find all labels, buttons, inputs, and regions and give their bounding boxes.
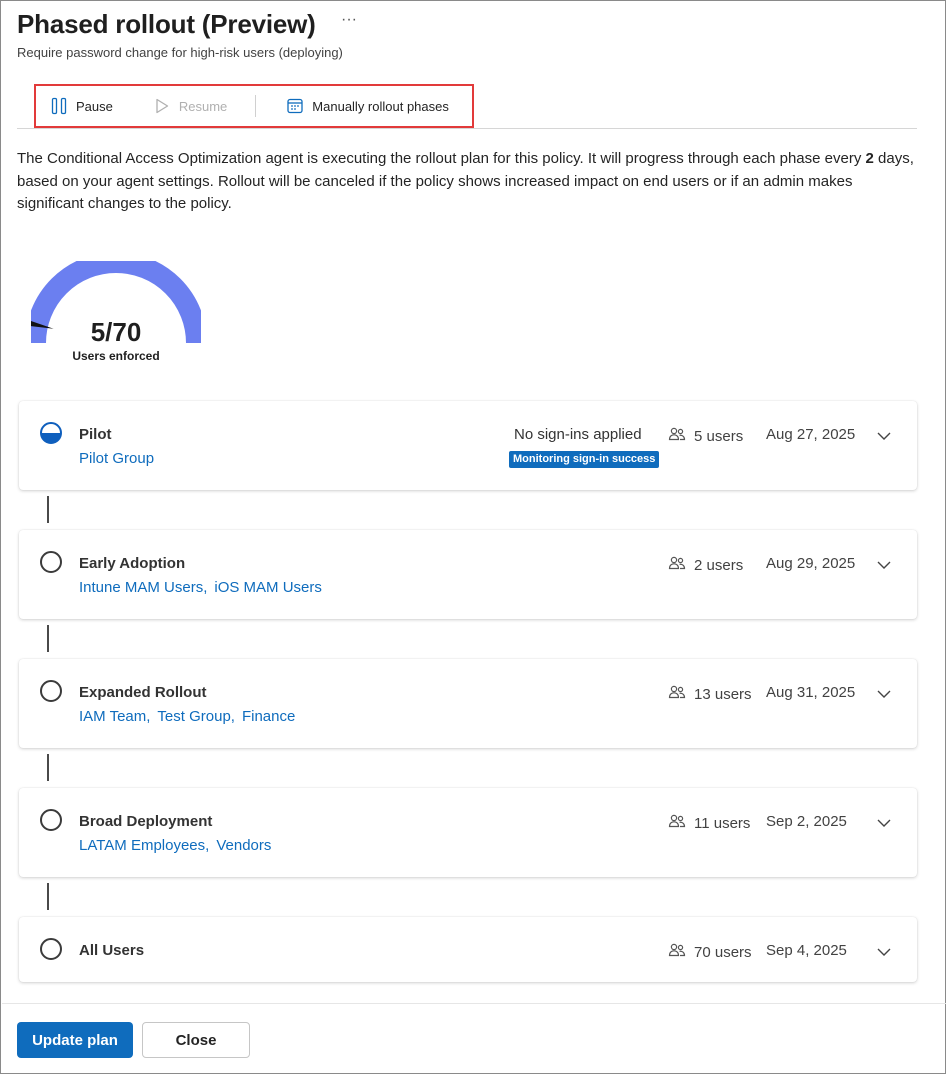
phase-name: Broad Deployment xyxy=(79,813,213,830)
people-icon xyxy=(668,426,686,446)
phase-connector xyxy=(47,496,49,523)
phase-name: Early Adoption xyxy=(79,555,186,572)
phase-connector xyxy=(47,883,49,910)
phase-name: Pilot xyxy=(79,426,112,443)
group-link[interactable]: Pilot Group xyxy=(79,450,154,467)
phase-status-pending xyxy=(40,680,62,702)
people-icon xyxy=(668,813,686,833)
phase-status-text: No sign-ins applied xyxy=(514,426,642,443)
phase-card-early-adoption[interactable]: Early Adoption Intune MAM Users, iOS MAM … xyxy=(19,530,917,619)
calendar-icon xyxy=(286,97,304,115)
phase-status-in-progress xyxy=(40,422,62,444)
group-link[interactable]: IAM Team, xyxy=(79,708,150,725)
phase-date: Aug 29, 2025 xyxy=(766,555,856,572)
chevron-down-icon[interactable] xyxy=(876,428,892,444)
monitoring-badge: Monitoring sign-in success xyxy=(509,451,660,468)
manually-rollout-phases-button[interactable]: Manually rollout phases xyxy=(256,86,449,126)
gauge-label: Users enforced xyxy=(72,349,160,363)
chevron-down-icon[interactable] xyxy=(876,686,892,702)
resume-label: Resume xyxy=(178,98,228,114)
phase-users: 13 users xyxy=(668,684,752,704)
phase-groups: IAM Team, Test Group, Finance xyxy=(79,708,302,725)
phase-users-count: 5 users xyxy=(694,427,744,445)
phase-users-count: 13 users xyxy=(694,685,752,703)
description-text-1: The Conditional Access Optimization agen… xyxy=(17,150,866,167)
chevron-down-icon[interactable] xyxy=(876,557,892,573)
group-link[interactable]: Test Group, xyxy=(157,708,235,725)
phase-status-pending xyxy=(40,809,62,831)
phase-groups: LATAM Employees, Vendors xyxy=(79,837,278,854)
policy-subtitle: Require password change for high-risk us… xyxy=(17,45,343,60)
phase-card-broad-deployment[interactable]: Broad Deployment LATAM Employees, Vendors… xyxy=(19,788,917,877)
phase-users-count: 2 users xyxy=(694,556,744,574)
phase-date: Aug 27, 2025 xyxy=(766,426,856,443)
more-options-button[interactable]: ··· xyxy=(341,11,357,29)
chevron-down-icon[interactable] xyxy=(876,815,892,831)
pause-label: Pause xyxy=(76,98,113,114)
phase-users: 11 users xyxy=(668,813,750,833)
phase-card-all-users[interactable]: All Users 70 users Sep 4, 2025 xyxy=(19,917,917,982)
phase-name: All Users xyxy=(79,942,145,959)
phase-users-count: 11 users xyxy=(694,814,751,832)
people-icon xyxy=(668,555,686,575)
update-plan-button[interactable]: Update plan xyxy=(17,1022,133,1058)
phase-card-pilot[interactable]: Pilot Pilot Group No sign-ins applied Mo… xyxy=(19,401,917,490)
phase-groups: Intune MAM Users, iOS MAM Users xyxy=(79,579,329,596)
phase-date: Sep 2, 2025 xyxy=(766,813,847,830)
phase-users: 2 users xyxy=(668,555,743,575)
phase-name: Expanded Rollout xyxy=(79,684,207,701)
phase-status-pending xyxy=(40,938,62,960)
description-days: 2 xyxy=(865,150,874,167)
phase-connector xyxy=(47,625,49,652)
group-link[interactable]: Intune MAM Users, xyxy=(79,579,207,596)
phase-date: Aug 31, 2025 xyxy=(766,684,856,701)
close-button[interactable]: Close xyxy=(142,1022,250,1058)
header-divider xyxy=(17,128,917,129)
phased-rollout-panel: Phased rollout (Preview) ··· Require pas… xyxy=(0,0,946,1074)
manually-rollout-phases-label: Manually rollout phases xyxy=(312,98,449,114)
group-link[interactable]: Vendors xyxy=(216,837,271,854)
rollout-description: The Conditional Access Optimization agen… xyxy=(17,148,917,216)
gauge-value: 5/70 xyxy=(90,317,142,347)
footer-divider xyxy=(2,1003,946,1004)
phase-groups: Pilot Group xyxy=(79,450,161,467)
phase-users: 70 users xyxy=(668,942,752,962)
rollout-toolbar: Pause Resume Manually rollout phases xyxy=(34,84,474,128)
phase-users: 5 users xyxy=(668,426,743,446)
page-title: Phased rollout (Preview) xyxy=(17,9,316,39)
group-link[interactable]: Finance xyxy=(242,708,295,725)
resume-button[interactable]: Resume xyxy=(113,86,227,126)
pause-icon xyxy=(50,97,68,115)
phase-users-count: 70 users xyxy=(694,943,752,961)
people-icon xyxy=(668,942,686,962)
phase-date: Sep 4, 2025 xyxy=(766,942,847,959)
chevron-down-icon[interactable] xyxy=(876,944,892,960)
play-icon xyxy=(153,97,171,115)
pause-button[interactable]: Pause xyxy=(36,86,113,126)
people-icon xyxy=(668,684,686,704)
phase-connector xyxy=(47,754,49,781)
phase-status-pending xyxy=(40,551,62,573)
phase-card-expanded-rollout[interactable]: Expanded Rollout IAM Team, Test Group, Fin… xyxy=(19,659,917,748)
group-link[interactable]: iOS MAM Users xyxy=(214,579,322,596)
group-link[interactable]: LATAM Employees, xyxy=(79,837,209,854)
